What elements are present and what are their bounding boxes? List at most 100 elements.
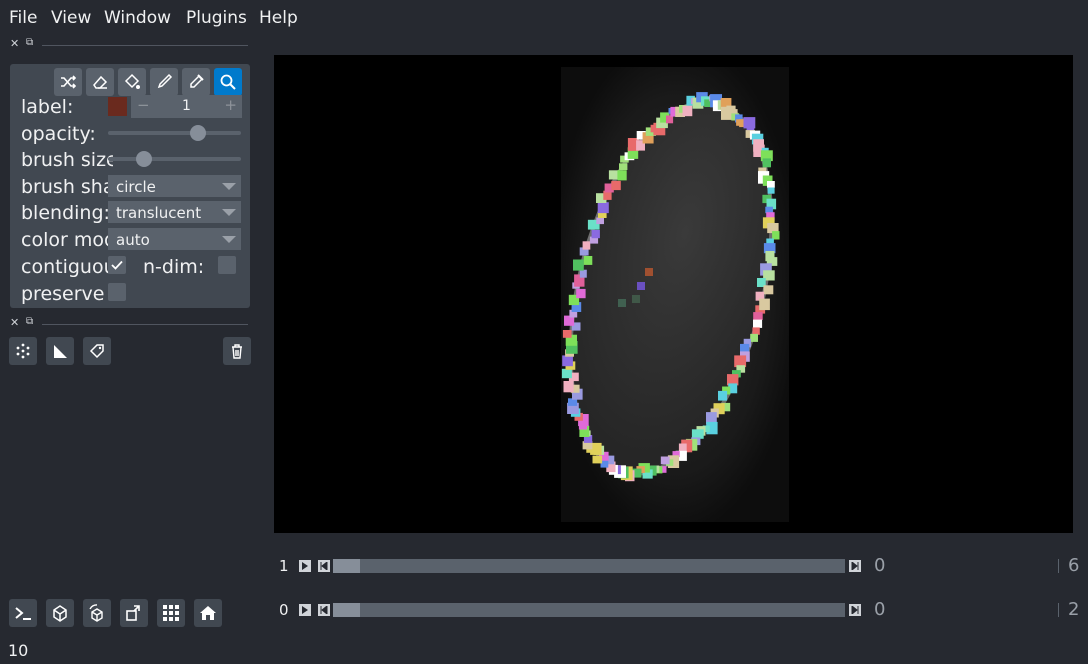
brush-shape-dropdown[interactable]: circle [108,175,241,197]
last-frame-button[interactable] [849,560,861,572]
shuffle-colors-button[interactable] [54,68,82,96]
shuffle-icon [61,75,77,89]
play-button[interactable] [299,560,311,572]
home-button[interactable] [194,599,222,627]
new-labels-layer-button[interactable] [83,337,111,365]
brush-size-label: brush size: [21,149,113,171]
dim-slider-handle[interactable] [333,559,360,573]
dim-slider-row-0: 1 0 6 [274,555,1088,579]
checkmark-icon [111,260,123,270]
opacity-slider[interactable] [108,125,241,141]
cell-label [767,187,775,194]
menu-window[interactable]: Window [104,8,171,28]
grid-view-button[interactable] [157,599,185,627]
cell-label [573,259,584,271]
cell-label [759,298,770,311]
cell-label [750,333,758,342]
ndim-checkbox[interactable] [218,256,236,274]
menu-plugins[interactable]: Plugins [186,8,247,28]
dim-current-value[interactable]: 0 [874,555,885,576]
cell-label [753,312,763,320]
menu-help[interactable]: Help [259,8,298,28]
contiguous-label: contiguous: [21,256,113,278]
home-icon [200,606,216,620]
color-mode-value: auto [116,231,150,249]
color-mode-dropdown[interactable]: auto [108,228,241,250]
brush-shape-label: brush shape: [21,176,113,198]
cell-label [562,355,573,367]
pick-button[interactable] [182,68,210,96]
close-dock-icon[interactable]: ✕ [10,316,19,329]
viewer-canvas[interactable] [274,55,1073,533]
zoom-icon [220,74,236,90]
eraser-icon [93,75,108,89]
color-mode-label: color mode: [21,229,113,251]
opacity-label: opacity: [21,123,96,145]
cell-label [645,268,653,276]
new-points-layer-button[interactable] [9,337,37,365]
cell-label [772,231,780,240]
cell-label [591,229,600,239]
ndim-label: n-dim: [143,256,205,278]
fill-button[interactable] [118,68,146,96]
label-label: label: [21,96,74,118]
cell-label [619,163,628,170]
delete-layer-button[interactable] [223,337,251,365]
cell-label [682,105,693,117]
layer-list-dock-handle: ✕ ⧉ [10,316,250,331]
play-icon [302,562,308,570]
blending-dropdown[interactable]: translucent [108,201,241,223]
dim-slider[interactable] [333,603,845,617]
play-button[interactable] [299,604,311,616]
contiguous-checkbox[interactable] [108,256,126,274]
brush-shape-value: circle [116,178,156,196]
close-dock-icon[interactable]: ✕ [10,37,19,50]
cell-label [596,217,604,225]
dim-slider-handle[interactable] [333,603,360,617]
eraser-button[interactable] [86,68,114,96]
dim-current-value[interactable]: 0 [874,599,885,620]
first-frame-button[interactable] [318,560,330,572]
brush-size-slider[interactable] [108,151,241,167]
float-dock-icon[interactable]: ⧉ [26,316,33,327]
increment-label-button[interactable]: + [224,96,237,114]
preserve-labels-label: preserve labels: [21,283,113,305]
cell-label [752,327,760,335]
menu-file[interactable]: File [9,8,37,28]
dim-axis-label: 0 [279,601,289,619]
cell-label [597,202,609,214]
first-frame-button[interactable] [318,604,330,616]
layer-controls-dock-handle: ✕ ⧉ [10,37,250,52]
dim-separator [1058,603,1059,617]
dock-divider [42,324,248,325]
paint-button[interactable] [150,68,178,96]
cell-label [582,241,591,250]
transpose-button[interactable] [120,599,148,627]
console-icon [15,607,31,620]
dock-divider [42,45,248,46]
float-dock-icon[interactable]: ⧉ [26,37,33,48]
skip-start-icon [320,562,328,570]
dim-separator [1058,559,1059,573]
label-spinbox[interactable]: − 1 + [131,95,242,118]
ndisplay-button[interactable] [46,599,74,627]
last-frame-button[interactable] [849,604,861,616]
pan-zoom-button[interactable] [214,68,242,96]
preserve-labels-checkbox[interactable] [108,283,126,301]
layer-controls-panel: label: − 1 + opacity: brush size: brush … [10,64,250,308]
dim-slider[interactable] [333,559,845,573]
dim-axis-label: 1 [279,557,289,575]
label-color-swatch [108,97,127,116]
cell-label [691,429,704,439]
cell-label [563,381,574,393]
brush-size-slider-handle[interactable] [135,151,152,167]
dim-slider-row-1: 0 0 2 [274,599,1088,623]
opacity-slider-handle[interactable] [190,125,207,141]
new-shapes-layer-button[interactable] [46,337,74,365]
cell-label [666,115,674,124]
console-button[interactable] [9,599,37,627]
play-icon [302,606,308,614]
menu-view[interactable]: View [51,8,91,28]
transpose-icon [126,605,140,621]
roll-dims-button[interactable] [83,599,111,627]
